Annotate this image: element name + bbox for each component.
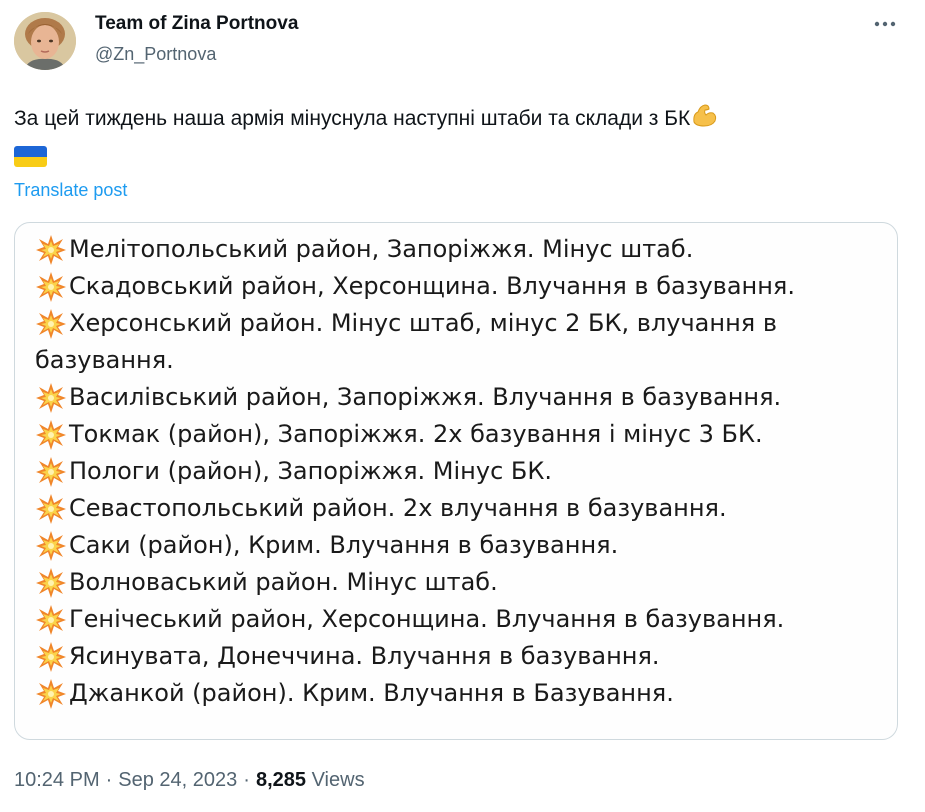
image-text-line: Токмак (район), Запоріжжя. 2х базування … [35, 416, 887, 453]
image-text-line-label: Саки (район), Крим. Влучання в базування… [69, 531, 619, 559]
image-text-line-label: Генічеський район, Херсонщина. Влучання … [69, 605, 785, 633]
tweet-text: За цей тиждень наша армія мінуснула наст… [14, 100, 894, 139]
collision-emoji-icon [35, 604, 67, 636]
flexed-biceps-emoji-icon [690, 100, 718, 139]
image-text-line: Генічеський район, Херсонщина. Влучання … [35, 601, 887, 638]
tweet-meta: 10:24 PM · Sep 24, 2023 · 8,285 Views [14, 766, 365, 794]
image-text-line-label: Ясинувата, Донеччина. Влучання в базуван… [69, 642, 660, 670]
views-label: Views [311, 769, 365, 791]
collision-emoji-icon [35, 382, 67, 414]
image-text-line: Джанкой (район). Крим. Влучання в Базува… [35, 675, 887, 712]
translate-post-link[interactable]: Translate post [14, 178, 127, 202]
collision-emoji-icon [35, 493, 67, 525]
timestamp-time[interactable]: 10:24 PM [14, 769, 100, 791]
collision-emoji-icon [35, 567, 67, 599]
meta-separator: · [105, 769, 113, 791]
image-text-line: Севастопольський район. 2х влучання в ба… [35, 490, 887, 527]
tweet-text-body: За цей тиждень наша армія мінуснула наст… [14, 107, 691, 131]
image-text-line-label: Токмак (район), Запоріжжя. 2х базування … [69, 420, 763, 448]
image-text-line: Мелітопольський район, Запоріжжя. Мінус … [35, 231, 887, 268]
attached-image[interactable]: Мелітопольський район, Запоріжжя. Мінус … [14, 222, 898, 740]
author-handle[interactable]: @Zn_Portnova [95, 42, 216, 66]
collision-emoji-icon [35, 419, 67, 451]
more-options-button[interactable] [868, 14, 902, 34]
image-text-line: Василівський район, Запоріжжя. Влучання … [35, 379, 887, 416]
image-text-line: базування. [35, 342, 887, 379]
image-text-line-label: Василівський район, Запоріжжя. Влучання … [69, 383, 782, 411]
collision-emoji-icon [35, 271, 67, 303]
timestamp-date[interactable]: Sep 24, 2023 [118, 769, 237, 791]
image-text-line: Волноваський район. Мінус штаб. [35, 564, 887, 601]
avatar[interactable] [14, 12, 76, 70]
image-text-line-label: базування. [35, 346, 174, 374]
more-horizontal-icon [874, 21, 896, 27]
views-count: 8,285 [255, 769, 307, 791]
collision-emoji-icon [35, 530, 67, 562]
image-text-line: Скадовський район, Херсонщина. Влучання … [35, 268, 887, 305]
image-text-line: Ясинувата, Донеччина. Влучання в базуван… [35, 638, 887, 675]
image-text-line: Пологи (район), Запоріжжя. Мінус БК. [35, 453, 887, 490]
collision-emoji-icon [35, 641, 67, 673]
image-text-line-label: Скадовський район, Херсонщина. Влучання … [69, 272, 795, 300]
author-display-name[interactable]: Team of Zina Portnova [95, 12, 298, 36]
meta-separator: · [243, 769, 250, 791]
portrait-avatar-icon [14, 12, 76, 70]
image-text-line-label: Джанкой (район). Крим. Влучання в Базува… [69, 679, 674, 707]
collision-emoji-icon [35, 456, 67, 488]
collision-emoji-icon [35, 678, 67, 710]
image-text-line-label: Херсонський район. Мінус штаб, мінус 2 Б… [69, 309, 777, 337]
ukraine-flag-emoji-icon [14, 146, 47, 167]
image-text-line: Саки (район), Крим. Влучання в базування… [35, 527, 887, 564]
attached-image-text: Мелітопольський район, Запоріжжя. Мінус … [35, 231, 887, 712]
image-text-line-label: Пологи (район), Запоріжжя. Мінус БК. [69, 457, 553, 485]
image-text-line-label: Мелітопольський район, Запоріжжя. Мінус … [69, 235, 694, 263]
image-text-line-label: Волноваський район. Мінус штаб. [69, 568, 498, 596]
image-text-line-label: Севастопольський район. 2х влучання в ба… [69, 494, 727, 522]
collision-emoji-icon [35, 234, 67, 266]
image-text-line: Херсонський район. Мінус штаб, мінус 2 Б… [35, 305, 887, 342]
collision-emoji-icon [35, 308, 67, 340]
